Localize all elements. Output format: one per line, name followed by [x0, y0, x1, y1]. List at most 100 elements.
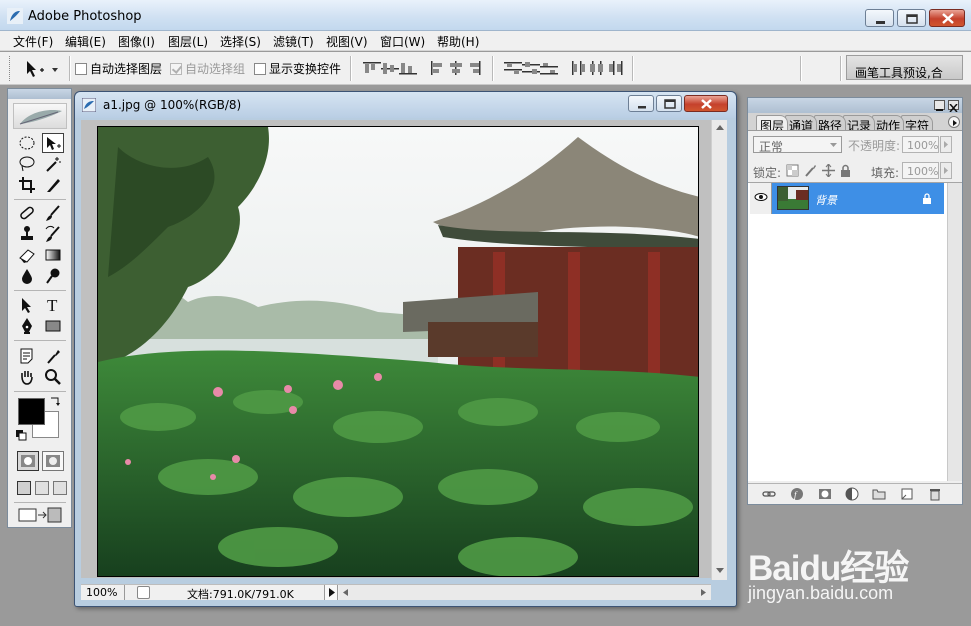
show-transform-controls-checkbox[interactable]: 显示变换控件 [254, 60, 341, 77]
lasso-tool[interactable] [16, 154, 38, 174]
rectangle-shape-tool[interactable] [42, 316, 64, 336]
palette-minimize-button[interactable] [934, 100, 945, 111]
align-right-icon[interactable] [464, 60, 484, 76]
tab-paths[interactable]: 路径 [814, 115, 847, 130]
tab-character[interactable]: 字符 [901, 115, 934, 130]
full-screen-menu-mode-button[interactable] [35, 481, 49, 495]
menu-help[interactable]: 帮助(H) [437, 33, 479, 50]
opacity-slider-button[interactable] [940, 136, 952, 153]
distribute-horizontal-center-icon[interactable] [587, 60, 607, 76]
adobe-feather-logo[interactable] [13, 103, 67, 129]
layer-visibility-toggle[interactable] [750, 183, 772, 214]
align-left-icon[interactable] [428, 60, 448, 76]
link-layers-icon[interactable] [762, 487, 776, 501]
dodge-tool[interactable] [42, 266, 64, 286]
document-minimize-button[interactable] [628, 95, 654, 112]
layers-scrollbar[interactable] [947, 183, 962, 481]
notes-tool[interactable] [16, 346, 38, 366]
marquee-tool[interactable] [16, 133, 38, 153]
distribute-bottom-icon[interactable] [539, 60, 559, 76]
document-title-bar[interactable]: a1.jpg @ 100%(RGB/8) [75, 92, 736, 118]
maximize-button[interactable] [897, 9, 926, 27]
menu-file[interactable]: 文件(F) [13, 33, 53, 50]
tab-history[interactable]: 记录 [843, 115, 876, 130]
menu-filter[interactable]: 滤镜(T) [273, 33, 314, 50]
opacity-input[interactable]: 100% [902, 136, 939, 153]
adjustment-layer-icon[interactable] [845, 487, 859, 501]
status-menu-arrow[interactable] [324, 585, 338, 600]
brush-tool[interactable] [42, 203, 64, 223]
eraser-tool[interactable] [16, 245, 38, 265]
lock-transparent-pixels-icon[interactable] [786, 164, 799, 177]
close-button[interactable] [929, 9, 965, 27]
auto-select-layer-checkbox[interactable]: 自动选择图层 [75, 60, 162, 77]
swap-colors-icon[interactable] [49, 396, 60, 407]
checkbox-box[interactable] [75, 62, 87, 75]
document-close-button[interactable] [684, 95, 728, 112]
standard-mode-button[interactable] [17, 451, 39, 471]
move-tool[interactable] [42, 133, 64, 153]
gradient-tool[interactable] [42, 245, 64, 265]
zoom-tool[interactable] [42, 367, 64, 387]
zoom-level-field[interactable]: 100% [81, 585, 125, 600]
minimize-button[interactable] [865, 9, 894, 27]
tab-actions[interactable]: 动作 [872, 115, 905, 130]
eyedropper-tool[interactable] [42, 346, 64, 366]
clone-stamp-tool[interactable] [16, 224, 38, 244]
align-vertical-center-icon[interactable] [380, 60, 400, 76]
lock-image-pixels-icon[interactable] [804, 164, 817, 177]
palette-menu-button[interactable] [948, 116, 960, 128]
align-top-icon[interactable] [362, 60, 382, 76]
menu-window[interactable]: 窗口(W) [380, 33, 425, 50]
hand-tool[interactable] [16, 367, 38, 387]
distribute-top-icon[interactable] [503, 60, 523, 76]
menu-view[interactable]: 视图(V) [326, 33, 368, 50]
jump-to-imageready-icon[interactable] [18, 506, 63, 524]
tab-channels[interactable]: 通道 [785, 115, 818, 130]
crop-tool[interactable] [16, 175, 38, 195]
align-horizontal-center-icon[interactable] [446, 60, 466, 76]
pen-tool[interactable] [16, 316, 38, 336]
auto-select-group-checkbox[interactable]: 自动选择组 [170, 60, 245, 77]
document-maximize-button[interactable] [656, 95, 682, 112]
history-brush-tool[interactable] [42, 224, 64, 244]
healing-brush-tool[interactable] [16, 203, 38, 223]
distribute-left-icon[interactable] [569, 60, 589, 76]
palette-well[interactable]: 画笔工具预设,合 [846, 55, 963, 80]
delete-layer-trash-icon[interactable] [928, 487, 942, 501]
foreground-color-swatch[interactable] [18, 398, 45, 425]
lock-position-icon[interactable] [822, 164, 835, 177]
blur-tool[interactable] [16, 266, 38, 286]
slice-tool[interactable] [42, 175, 64, 195]
new-group-folder-icon[interactable] [872, 487, 886, 501]
type-tool[interactable]: T [42, 295, 64, 315]
align-bottom-icon[interactable] [398, 60, 418, 76]
standard-screen-mode-button[interactable] [17, 481, 31, 495]
new-layer-icon[interactable] [900, 487, 914, 501]
fill-input[interactable]: 100% [902, 162, 939, 179]
tab-layers[interactable]: 图层 [756, 115, 789, 130]
layer-row-background[interactable]: 背景 [750, 183, 944, 214]
path-selection-tool[interactable] [16, 295, 38, 315]
menu-select[interactable]: 选择(S) [220, 33, 261, 50]
palette-header[interactable] [748, 98, 962, 113]
move-tool-preset-picker[interactable] [24, 58, 64, 80]
distribute-vertical-center-icon[interactable] [521, 60, 541, 76]
toolbox-header[interactable] [8, 89, 71, 99]
menu-image[interactable]: 图像(I) [118, 33, 155, 50]
lock-all-icon[interactable] [839, 164, 852, 177]
fill-slider-button[interactable] [940, 162, 952, 179]
magic-wand-tool[interactable] [42, 154, 64, 174]
menu-layer[interactable]: 图层(L) [168, 33, 208, 50]
full-screen-mode-button[interactable] [53, 481, 67, 495]
default-colors-icon[interactable] [16, 430, 27, 441]
menu-edit[interactable]: 编辑(E) [65, 33, 106, 50]
options-bar-grip[interactable] [9, 56, 12, 81]
add-mask-icon[interactable] [818, 487, 832, 501]
image-canvas[interactable] [97, 126, 699, 577]
checkbox-box[interactable] [254, 62, 266, 75]
distribute-right-icon[interactable] [605, 60, 625, 76]
checkbox-box[interactable] [170, 62, 182, 75]
palette-close-button[interactable] [948, 100, 959, 113]
layer-style-icon[interactable]: f [790, 487, 804, 501]
